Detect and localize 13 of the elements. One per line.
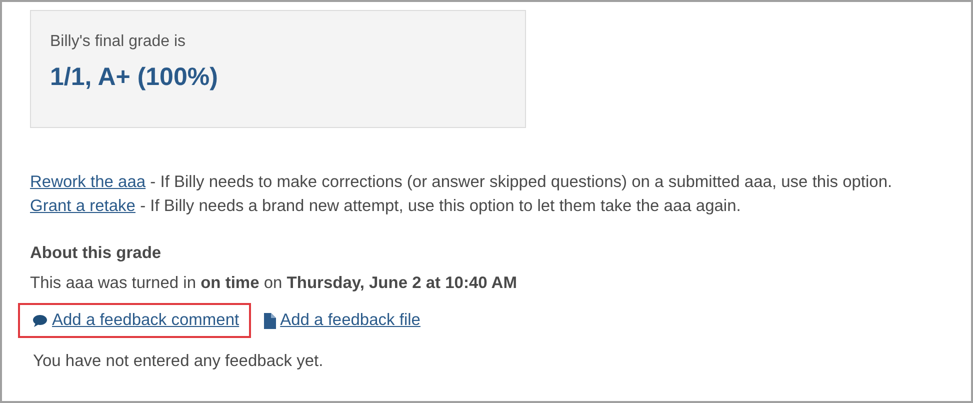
final-grade: 1/1, A+ (100%) (50, 63, 219, 92)
feedback-link[interactable]: Add a feedback file (249, 303, 432, 338)
submission-status: This aaa was turned in on time on Thursday, June 2 at 10:40 AM (30, 274, 518, 293)
feedback-link[interactable]: Add a feedback comment (18, 303, 252, 338)
feedback-note: You have not entered any feedback yet. (33, 352, 324, 371)
option-link[interactable]: Grant a retake (30, 197, 136, 215)
option-description: Grant a retake - If Billy needs a brand new attempt, use this option to let them take the aaa again. (30, 196, 742, 216)
document-icon (263, 312, 276, 328)
option-description: Rework the aaa - If Billy needs to make corrections (or answer skipped questions) on a submitted aaa, use this option. (30, 172, 894, 192)
section-heading: About this grade (30, 244, 162, 263)
speech-bubble-icon (32, 314, 48, 328)
grade-label: Billy's final grade is (50, 33, 187, 51)
option-link[interactable]: Rework the aaa (30, 173, 146, 191)
